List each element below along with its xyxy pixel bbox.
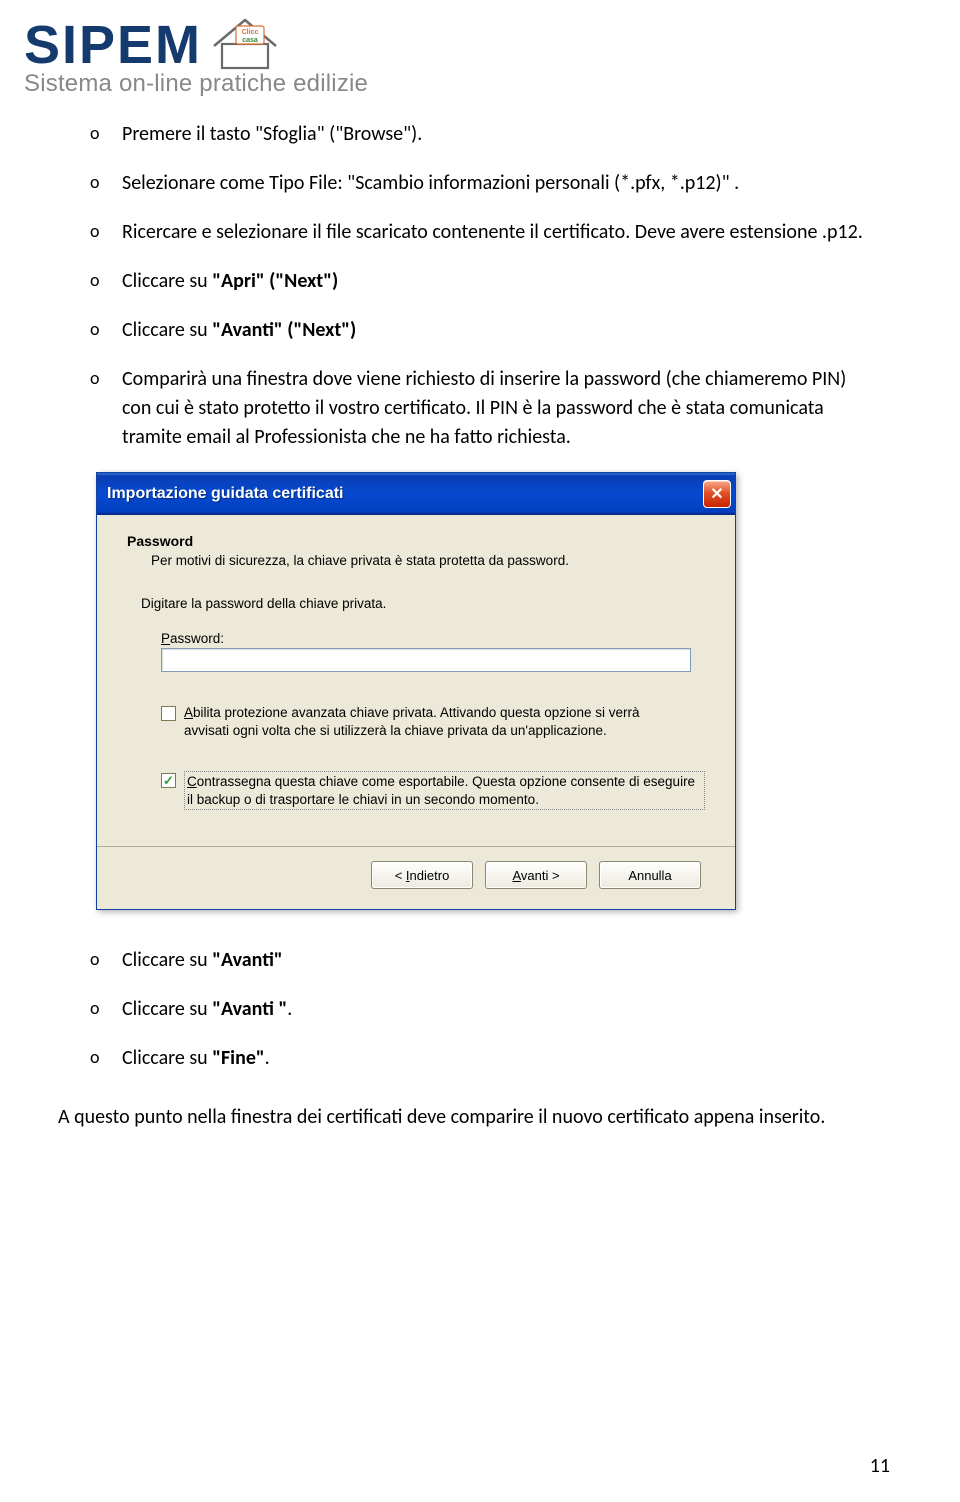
bullet-marker: o — [90, 316, 104, 345]
svg-text:casa: casa — [242, 37, 258, 44]
final-paragraph: A questo punto nella finestra dei certif… — [0, 1093, 960, 1129]
bullet-marker: o — [90, 267, 104, 296]
brand-logo-text: SIPEM — [24, 18, 202, 72]
bullet-marker: o — [90, 169, 104, 198]
page-header: SIPEM Clicc casa Sistema on-line pratich… — [0, 0, 960, 104]
next-button[interactable]: Avanti > — [485, 861, 587, 889]
close-icon[interactable]: ✕ — [703, 480, 731, 508]
checkbox-exportable-label: Contrassegna questa chiave come esportab… — [184, 771, 705, 810]
password-input[interactable] — [161, 648, 691, 672]
brand-tagline: Sistema on-line pratiche edilizie — [24, 70, 936, 98]
svg-text:Clicc: Clicc — [242, 29, 259, 36]
dialog-instruction: Digitare la password della chiave privat… — [141, 596, 705, 611]
instruction-list-top: o Premere il tasto "Sfoglia" ("Browse").… — [90, 120, 870, 452]
instruction-text: Premere il tasto "Sfoglia" ("Browse"). — [122, 120, 870, 149]
instruction-list-bottom: o Cliccare su "Avanti" o Cliccare su "Av… — [90, 946, 870, 1073]
house-icon: Clicc casa — [210, 14, 280, 72]
cancel-button[interactable]: Annulla — [599, 861, 701, 889]
instruction-text: Comparirà una finestra dove viene richie… — [122, 365, 870, 452]
instruction-text: Cliccare su "Avanti" ("Next") — [122, 316, 870, 345]
back-button[interactable]: < Indietro — [371, 861, 473, 889]
bullet-marker: o — [90, 1044, 104, 1073]
dialog-heading: Password — [127, 533, 705, 549]
instruction-text: Cliccare su "Apri" ("Next") — [122, 267, 870, 296]
bullet-marker: o — [90, 365, 104, 452]
instruction-text: Ricercare e selezionare il file scaricat… — [122, 218, 870, 247]
certificate-import-wizard-dialog: Importazione guidata certificati ✕ Passw… — [96, 472, 736, 910]
checkbox-advanced-protection[interactable] — [161, 706, 176, 721]
instruction-text: Cliccare su "Avanti ". — [122, 995, 870, 1024]
checkbox-exportable[interactable] — [161, 773, 176, 788]
dialog-titlebar[interactable]: Importazione guidata certificati ✕ — [97, 473, 735, 515]
dialog-subheading: Per motivi di sicurezza, la chiave priva… — [151, 553, 705, 568]
instruction-text: Selezionare come Tipo File: "Scambio inf… — [122, 169, 870, 198]
bullet-marker: o — [90, 120, 104, 149]
instruction-text: Cliccare su "Fine". — [122, 1044, 870, 1073]
checkbox-advanced-protection-label: Abilita protezione avanzata chiave priva… — [184, 704, 705, 739]
password-label: Password: — [161, 631, 705, 646]
instruction-text: Cliccare su "Avanti" — [122, 946, 870, 975]
bullet-marker: o — [90, 995, 104, 1024]
dialog-title: Importazione guidata certificati — [107, 485, 343, 503]
bullet-marker: o — [90, 946, 104, 975]
page-number: 11 — [870, 1454, 890, 1478]
bullet-marker: o — [90, 218, 104, 247]
